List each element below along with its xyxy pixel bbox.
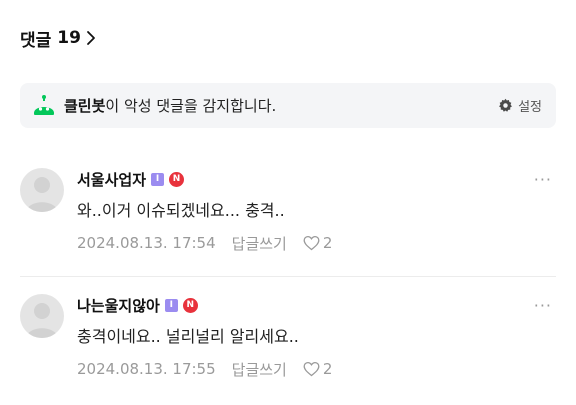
settings-label: 설정: [518, 100, 542, 115]
like-count: 2: [322, 360, 333, 378]
level-badge: I: [164, 298, 178, 312]
comment-author[interactable]: 서울사업자: [77, 169, 146, 190]
default-avatar-icon: [26, 303, 58, 338]
comments-title: 댓글: [20, 30, 52, 51]
comment-divider: [20, 276, 556, 277]
more-icon[interactable]: ···: [534, 170, 552, 189]
comment-text: 충격이네요.. 널리널리 알리세요..: [77, 327, 299, 346]
comments-header[interactable]: 댓글 19: [20, 24, 96, 52]
gear-icon: [499, 98, 513, 112]
chevron-right-icon: [87, 31, 95, 45]
cleanbot-name: 클린봇: [64, 97, 106, 115]
comments-count: 19: [57, 28, 81, 48]
like-button[interactable]: 2: [303, 360, 333, 378]
cleanbot-banner: 클린봇이 악성 댓글을 감지합니다. 설정: [20, 83, 556, 128]
cleanbot-settings-button[interactable]: 설정: [498, 96, 542, 115]
comment-text: 와..이거 이슈되겠네요... 충격..: [77, 201, 285, 220]
reply-button[interactable]: 답글쓰기: [232, 359, 287, 380]
heart-icon: [303, 361, 320, 377]
cleanbot-icon: [34, 94, 54, 115]
new-badge: N: [182, 297, 198, 313]
like-count: 2: [322, 234, 333, 252]
avatar[interactable]: [20, 294, 64, 338]
cleanbot-message: 클린봇이 악성 댓글을 감지합니다.: [64, 95, 498, 116]
comment-date: 2024.08.13. 17:55: [77, 360, 216, 378]
level-badge: I: [151, 172, 165, 186]
cleanbot-text: 이 악성 댓글을 감지합니다.: [105, 97, 277, 115]
like-button[interactable]: 2: [303, 234, 333, 252]
more-icon[interactable]: ···: [534, 296, 552, 315]
comment-author[interactable]: 나는울지않아: [77, 295, 160, 316]
comment-date: 2024.08.13. 17:54: [77, 234, 216, 252]
comment-item: 서울사업자 I N 와..이거 이슈되겠네요... 충격.. 2024.08.1…: [20, 168, 556, 264]
default-avatar-icon: [26, 177, 58, 212]
reply-button[interactable]: 답글쓰기: [232, 233, 287, 254]
new-badge: N: [169, 171, 185, 187]
heart-icon: [303, 235, 320, 251]
comment-item: 나는울지않아 I N 충격이네요.. 널리널리 알리세요.. 2024.08.1…: [20, 294, 556, 390]
avatar[interactable]: [20, 168, 64, 212]
